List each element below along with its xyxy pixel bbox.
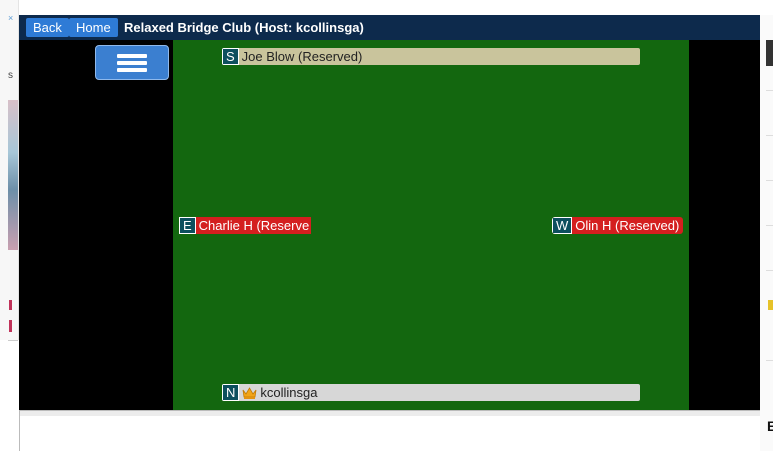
right-page-block [766,40,773,66]
divider [766,270,773,271]
ad-text: s [8,70,13,81]
ad-mark [9,320,12,332]
right-page-marker [768,300,773,310]
hamburger-icon [117,61,147,65]
player-name-east: Charlie H (Reserve [198,218,310,233]
club-title: Relaxed Bridge Club (Host: kcollinsga) [124,20,364,35]
player-name-north: kcollinsga [260,385,318,400]
ad-image[interactable] [8,100,18,250]
divider [766,90,773,91]
seat-direction-east: E [179,217,196,234]
seat-direction-south: S [222,48,239,65]
divider [766,225,773,226]
seat-north[interactable]: Nkcollinsga [222,384,640,401]
seat-west[interactable]: W Olin H (Reserved) [552,217,683,234]
top-nav-bar: Back Home Relaxed Bridge Club (Host: kco… [19,15,760,40]
hamburger-icon [117,68,147,72]
menu-button[interactable] [95,45,169,80]
seat-east[interactable]: E Charlie H (Reserve [179,217,311,234]
right-page-text: E [767,418,773,434]
chat-panel[interactable] [19,410,760,451]
ad-mark [9,300,12,310]
divider [766,360,773,361]
seat-direction-north: N [222,384,240,401]
player-name-south: Joe Blow (Reserved) [241,49,363,64]
ad-close-icon[interactable]: × [8,13,13,23]
game-area: S Joe Blow (Reserved) E Charlie H (Reserve… [19,40,760,410]
seat-direction-west: W [552,217,573,234]
crown-icon [242,386,257,401]
divider [8,340,18,341]
divider [766,135,773,136]
hamburger-icon [117,54,147,58]
player-name-west: Olin H (Reserved) [575,218,680,233]
seat-south[interactable]: S Joe Blow (Reserved) [222,48,640,65]
home-button[interactable]: Home [69,18,118,37]
divider [766,180,773,181]
right-page-edge [760,15,773,451]
back-button[interactable]: Back [26,18,69,37]
ad-sidebar: × s [0,0,19,341]
